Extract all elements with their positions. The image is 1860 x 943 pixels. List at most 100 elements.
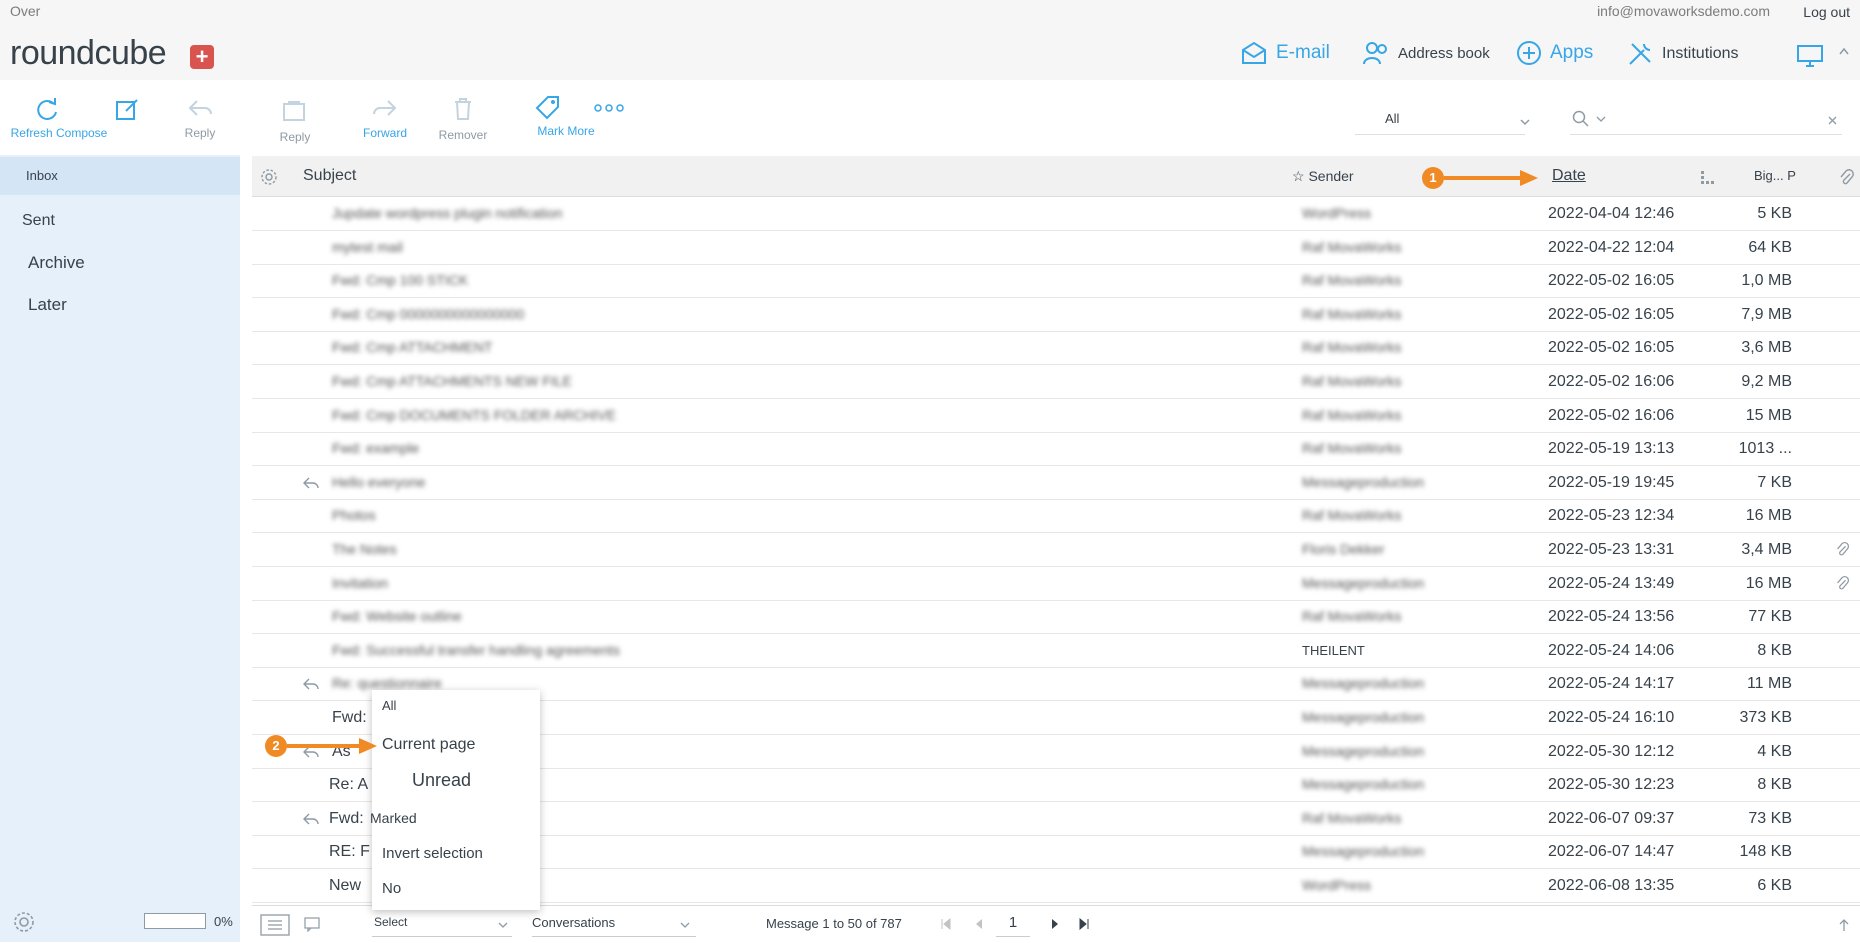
annotation-arrow-1 [1444,170,1538,186]
address-book-icon [1363,42,1387,65]
message-size: 148 KB [1739,843,1792,861]
logout-link[interactable]: Log out [1803,4,1850,20]
column-sender[interactable]: ☆ Sender [1292,168,1354,185]
message-row[interactable]: Jupdate wordpress plugin notification Wor… [252,197,1860,231]
refresh-compose-button[interactable]: Refresh Compose [4,96,138,140]
reply-all-icon [283,101,305,121]
message-row[interactable]: Fwd: Website outline Raf MovaWorks 2022-05… [252,600,1860,635]
quota-text: 0% [214,914,233,929]
folder-sent[interactable]: Sent [0,206,240,240]
forward-button[interactable]: Forward [355,96,415,140]
column-date[interactable]: Date [1552,167,1586,185]
message-date: 2022-05-02 16:06 [1548,406,1675,424]
search-input[interactable] [1570,104,1842,135]
message-subject: Fwd: Successful transfer handling agreem… [332,641,620,658]
message-row[interactable]: mytest mail Raf MovaWorks 2022-04-22 12:04… [252,231,1860,265]
replied-icon [303,477,319,489]
list-options-gear-icon[interactable] [260,168,278,186]
previous-page-icon[interactable] [974,918,984,930]
message-date: 2022-06-07 09:37 [1548,809,1675,827]
message-row[interactable]: Fwd: example Raf MovaWorks 2022-05-19 13:1… [252,432,1860,467]
filter-select-value: All [1385,111,1400,126]
column-subject[interactable]: Subject [303,167,356,185]
message-date: 2022-05-23 12:34 [1548,507,1675,525]
select-dropdown[interactable]: Select [372,912,512,937]
settings-gear-icon[interactable] [12,910,36,934]
message-subject: Fwd: Cmp ATTACHMENT [332,339,493,356]
message-row[interactable]: Fwd: Cmp ATTACHMENTS NEW FILE Raf MovaWor… [252,365,1860,399]
refresh-icon [37,98,57,120]
mark-more-button[interactable]: Mark More [535,94,624,138]
reply-all-button[interactable]: Reply [270,98,320,144]
last-page-icon[interactable] [1078,918,1090,930]
message-size: 3,4 MB [1741,541,1792,558]
search-options-icon[interactable] [1596,116,1606,123]
message-row[interactable]: The Notes Floris Dekker 2022-05-23 13:31 3,… [252,533,1860,567]
select-menu-unread[interactable]: Unread [412,770,471,791]
message-preview-icon[interactable] [304,916,320,932]
message-size: 8 KB [1757,776,1792,794]
select-menu-invert[interactable]: Invert selection [382,845,483,862]
message-row[interactable]: Fwd: Cmp DOCUMENTS FOLDER ARCHIVE Raf Mov… [252,399,1860,433]
message-row[interactable]: Fwd: Cmp 100 STICK Raf MovaWorks 2022-05-0… [252,264,1860,299]
nav-address-book-label: Address book [1398,44,1490,62]
select-menu-all[interactable]: All [382,698,396,713]
threads-dropdown[interactable]: Conversations [532,912,696,937]
message-sender: Raf MovaWorks [1302,373,1402,389]
chevron-up-icon[interactable] [1838,46,1850,56]
user-email: info@movaworksdemo.com [1597,3,1770,19]
message-date: 2022-05-30 12:23 [1548,776,1675,794]
message-row[interactable]: Fwd: Cmp 0000000000000000 Raf MovaWorks 20… [252,298,1860,332]
message-row[interactable]: Invitation Messageproduction 2022-05-24 13… [252,567,1860,601]
monitor-icon[interactable] [1796,44,1824,68]
scroll-top-icon[interactable] [1838,918,1850,932]
message-sender: Raf MovaWorks [1302,440,1402,457]
nav-address-book[interactable]: Address book [1362,40,1490,66]
select-menu-none[interactable]: No [382,880,401,897]
sort-icon[interactable] [1700,170,1714,184]
message-row[interactable]: Photos Raf MovaWorks 2022-05-23 12:34 16 MB [252,499,1860,534]
message-list-header: Subject ☆ Sender Date Big... P [252,156,1860,197]
message-row[interactable]: Fwd: Successful transfer handling agreem… [252,634,1860,668]
message-date: 2022-06-08 13:35 [1548,877,1675,894]
reply-all-label: Reply [279,130,311,144]
first-page-icon[interactable] [940,918,952,930]
nav-institutions[interactable]: Institutions [1626,40,1738,68]
column-size[interactable]: Big... P [1754,168,1796,183]
folder-later[interactable]: Later [0,289,240,323]
folder-archive[interactable]: Archive [0,247,240,281]
message-date: 2022-05-19 13:13 [1548,440,1675,458]
reset-search-icon[interactable] [1828,116,1837,125]
list-view-icon[interactable] [260,914,290,936]
message-sender: Raf MovaWorks [1302,507,1402,524]
message-date: 2022-04-22 12:04 [1548,238,1675,256]
nav-email[interactable]: E-mail [1240,40,1330,66]
next-page-icon[interactable] [1050,918,1060,930]
message-size: 64 KB [1748,238,1792,256]
column-sender-label: Sender [1308,168,1354,184]
reply-button[interactable]: Reply [176,96,224,140]
nav-institutions-label: Institutions [1662,45,1739,62]
folder-inbox[interactable]: Inbox [0,157,240,195]
about-link[interactable]: Over [10,3,40,19]
message-subject: Hello everyone [332,473,426,490]
select-menu-marked[interactable]: Marked [370,810,417,826]
compose-icon [116,99,138,120]
message-size: 1013 ... [1738,440,1792,458]
plus-circle-icon [1517,41,1541,65]
message-sender: Messageproduction [1302,709,1425,725]
select-menu-current-page[interactable]: Current page [382,736,475,754]
message-size: 5 KB [1757,205,1792,222]
message-date: 2022-05-24 14:06 [1548,641,1675,659]
nav-apps[interactable]: Apps [1516,40,1593,66]
message-row[interactable]: Fwd: Cmp ATTACHMENT Raf MovaWorks 2022-05-… [252,331,1860,366]
attachment-icon [1837,575,1850,590]
logo[interactable]: roundcube [10,34,167,73]
delete-button[interactable]: Remover [438,96,488,142]
filter-select[interactable]: All [1355,104,1530,135]
page-number-input[interactable]: 1 [996,910,1030,937]
message-size: 7 KB [1757,473,1792,491]
message-row[interactable]: Hello everyone Messageproduction 2022-05-1… [252,466,1860,500]
message-date: 2022-05-24 16:10 [1548,709,1675,726]
message-sender: Messageproduction [1302,675,1425,692]
